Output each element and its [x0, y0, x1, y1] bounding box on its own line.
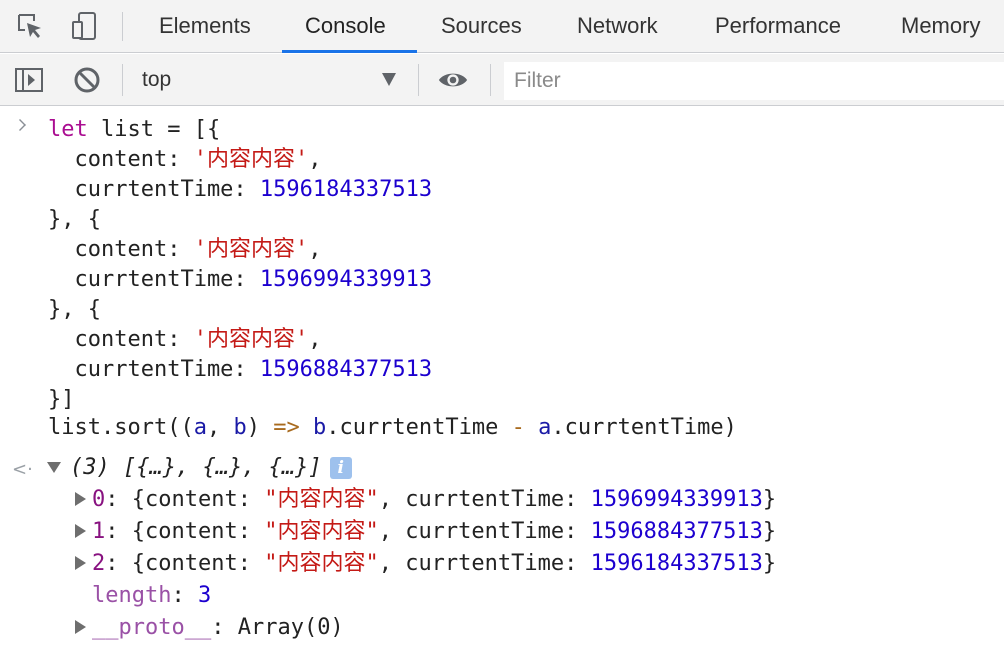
expand-arrow-icon[interactable]: [75, 524, 86, 538]
code-line: content: '内容内容',: [48, 237, 322, 262]
chevron-down-icon[interactable]: [382, 73, 396, 86]
expand-arrow-icon[interactable]: [75, 556, 86, 570]
active-tab-indicator: [282, 50, 417, 53]
tab-sources[interactable]: Sources: [441, 0, 522, 53]
code-line: }, {: [48, 207, 101, 232]
array-entry[interactable]: 2: {content: "内容内容", currtentTime: 15961…: [92, 549, 776, 579]
expand-arrow-icon[interactable]: [75, 492, 86, 506]
info-icon[interactable]: i: [329, 457, 352, 479]
device-toolbar-icon[interactable]: [68, 10, 100, 42]
tab-network[interactable]: Network: [577, 0, 658, 53]
code-line: let list = [{: [48, 117, 221, 142]
length-property: length: 3: [92, 583, 212, 608]
console-output: let list = [{ content: '内容内容', currtentT…: [0, 107, 1004, 648]
console-toolbar: top: [0, 54, 1004, 106]
tab-memory[interactable]: Memory: [901, 0, 980, 53]
array-summary[interactable]: (3) [{…}, {…}, {…}] i: [70, 453, 352, 483]
input-prompt-icon: [14, 119, 26, 131]
proto-property[interactable]: __proto__: Array(0): [92, 613, 344, 643]
code-line: content: '内容内容',: [48, 327, 322, 352]
clear-console-icon[interactable]: [71, 64, 103, 96]
code-line: }, {: [48, 297, 101, 322]
code-line: list.sort((a, b) => b.currtentTime - a.c…: [48, 415, 737, 440]
array-entry[interactable]: 1: {content: "内容内容", currtentTime: 15968…: [92, 517, 776, 547]
tab-elements[interactable]: Elements: [159, 0, 251, 53]
devtools-tab-bar: Elements Console Sources Network Perform…: [0, 0, 1004, 53]
code-line: content: '内容内容',: [48, 147, 322, 172]
tab-console[interactable]: Console: [305, 0, 386, 53]
array-entry[interactable]: 0: {content: "内容内容", currtentTime: 15969…: [92, 485, 776, 515]
sidebar-toggle-icon[interactable]: [13, 64, 45, 96]
code-line: currtentTime: 1596884377513: [48, 357, 433, 382]
return-value-arrow-icon: <·: [12, 459, 33, 480]
code-line: }]: [48, 387, 75, 412]
live-expression-eye-icon[interactable]: [437, 64, 469, 96]
context-selector[interactable]: top: [142, 54, 171, 106]
expand-arrow-icon[interactable]: [75, 620, 86, 634]
toolbar-separator: [122, 12, 123, 41]
tab-performance[interactable]: Performance: [715, 0, 841, 53]
collapse-arrow-icon[interactable]: [47, 462, 61, 473]
inspect-element-icon[interactable]: [14, 10, 46, 42]
code-line: currtentTime: 1596184337513: [48, 177, 433, 202]
toolbar-separator: [418, 64, 419, 96]
filter-input[interactable]: [504, 62, 1004, 100]
toolbar-separator: [490, 64, 491, 96]
toolbar-separator: [122, 64, 123, 96]
code-line: currtentTime: 1596994339913: [48, 267, 433, 292]
